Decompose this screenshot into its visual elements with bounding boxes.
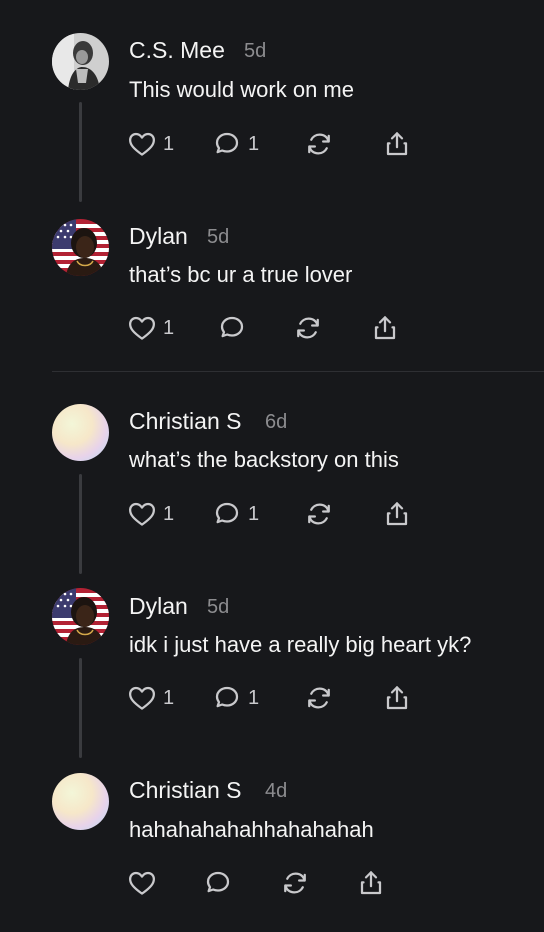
share-button[interactable] bbox=[356, 868, 386, 898]
share-icon bbox=[386, 132, 408, 156]
thread-view: C.S. Mee 5d This would work on me 1 1 Dy… bbox=[0, 0, 544, 932]
comment-icon bbox=[220, 316, 244, 338]
reply-count: 1 bbox=[248, 502, 260, 525]
action-bar: 1 1 bbox=[127, 683, 427, 713]
reply-count: 1 bbox=[248, 132, 260, 155]
share-icon bbox=[360, 871, 382, 895]
comment-icon bbox=[206, 871, 230, 893]
repost-button[interactable] bbox=[304, 129, 334, 159]
repost-icon bbox=[308, 133, 330, 155]
author-name[interactable]: Dylan bbox=[129, 223, 188, 250]
reply-button[interactable]: 1 bbox=[212, 683, 259, 713]
timestamp: 5d bbox=[207, 226, 230, 248]
like-button[interactable] bbox=[127, 868, 157, 898]
avatar[interactable] bbox=[52, 404, 109, 461]
like-count: 1 bbox=[163, 132, 175, 155]
comment-icon bbox=[215, 686, 239, 708]
author-name[interactable]: Dylan bbox=[129, 593, 188, 620]
repost-button[interactable] bbox=[304, 499, 334, 529]
repost-button[interactable] bbox=[304, 683, 334, 713]
like-button[interactable]: 1 bbox=[127, 313, 174, 343]
post-text: that’s bc ur a true lover bbox=[129, 262, 353, 287]
share-icon bbox=[386, 502, 408, 526]
share-button[interactable] bbox=[382, 683, 412, 713]
repost-icon bbox=[297, 317, 319, 339]
share-button[interactable] bbox=[382, 129, 412, 159]
reply-button[interactable] bbox=[217, 313, 247, 343]
author-name[interactable]: C.S. Mee bbox=[129, 37, 225, 64]
heart-icon bbox=[129, 316, 155, 340]
thread-connector bbox=[79, 474, 82, 574]
timestamp: 5d bbox=[244, 40, 267, 62]
share-button[interactable] bbox=[370, 313, 400, 343]
comment-icon bbox=[215, 502, 239, 524]
heart-icon bbox=[129, 871, 155, 895]
timestamp: 6d bbox=[265, 411, 288, 433]
like-button[interactable]: 1 bbox=[127, 499, 174, 529]
reply-button[interactable]: 1 bbox=[212, 129, 259, 159]
post-text: This would work on me bbox=[129, 77, 354, 102]
thread-connector bbox=[79, 102, 82, 202]
like-button[interactable]: 1 bbox=[127, 129, 174, 159]
like-button[interactable]: 1 bbox=[127, 683, 174, 713]
timestamp: 5d bbox=[207, 596, 230, 618]
action-bar: 1 1 bbox=[127, 499, 427, 529]
comment-icon bbox=[215, 132, 239, 154]
repost-icon bbox=[308, 503, 330, 525]
action-bar: 1 1 bbox=[127, 129, 427, 159]
post-text: what’s the backstory on this bbox=[129, 447, 399, 472]
like-count: 1 bbox=[163, 316, 175, 339]
timestamp: 4d bbox=[265, 780, 288, 802]
avatar[interactable] bbox=[52, 33, 109, 90]
author-name[interactable]: Christian S bbox=[129, 408, 241, 435]
heart-icon bbox=[129, 686, 155, 710]
action-bar: 1 bbox=[127, 313, 427, 343]
action-bar bbox=[127, 868, 427, 898]
post-text: hahahahahahhahahahah bbox=[129, 817, 374, 842]
share-icon bbox=[386, 686, 408, 710]
avatar[interactable] bbox=[52, 773, 109, 830]
reply-button[interactable] bbox=[203, 868, 233, 898]
post-text: idk i just have a really big heart yk? bbox=[129, 632, 472, 657]
heart-icon bbox=[129, 132, 155, 156]
section-divider bbox=[52, 371, 544, 372]
reply-button[interactable]: 1 bbox=[212, 499, 259, 529]
repost-icon bbox=[284, 872, 306, 894]
like-count: 1 bbox=[163, 502, 175, 525]
heart-icon bbox=[129, 502, 155, 526]
reply-count: 1 bbox=[248, 686, 260, 709]
avatar[interactable] bbox=[52, 588, 109, 645]
share-icon bbox=[374, 316, 396, 340]
share-button[interactable] bbox=[382, 499, 412, 529]
thread-connector bbox=[79, 658, 82, 758]
repost-icon bbox=[308, 687, 330, 709]
author-name[interactable]: Christian S bbox=[129, 777, 241, 804]
avatar[interactable] bbox=[52, 219, 109, 276]
repost-button[interactable] bbox=[280, 868, 310, 898]
repost-button[interactable] bbox=[293, 313, 323, 343]
like-count: 1 bbox=[163, 686, 175, 709]
